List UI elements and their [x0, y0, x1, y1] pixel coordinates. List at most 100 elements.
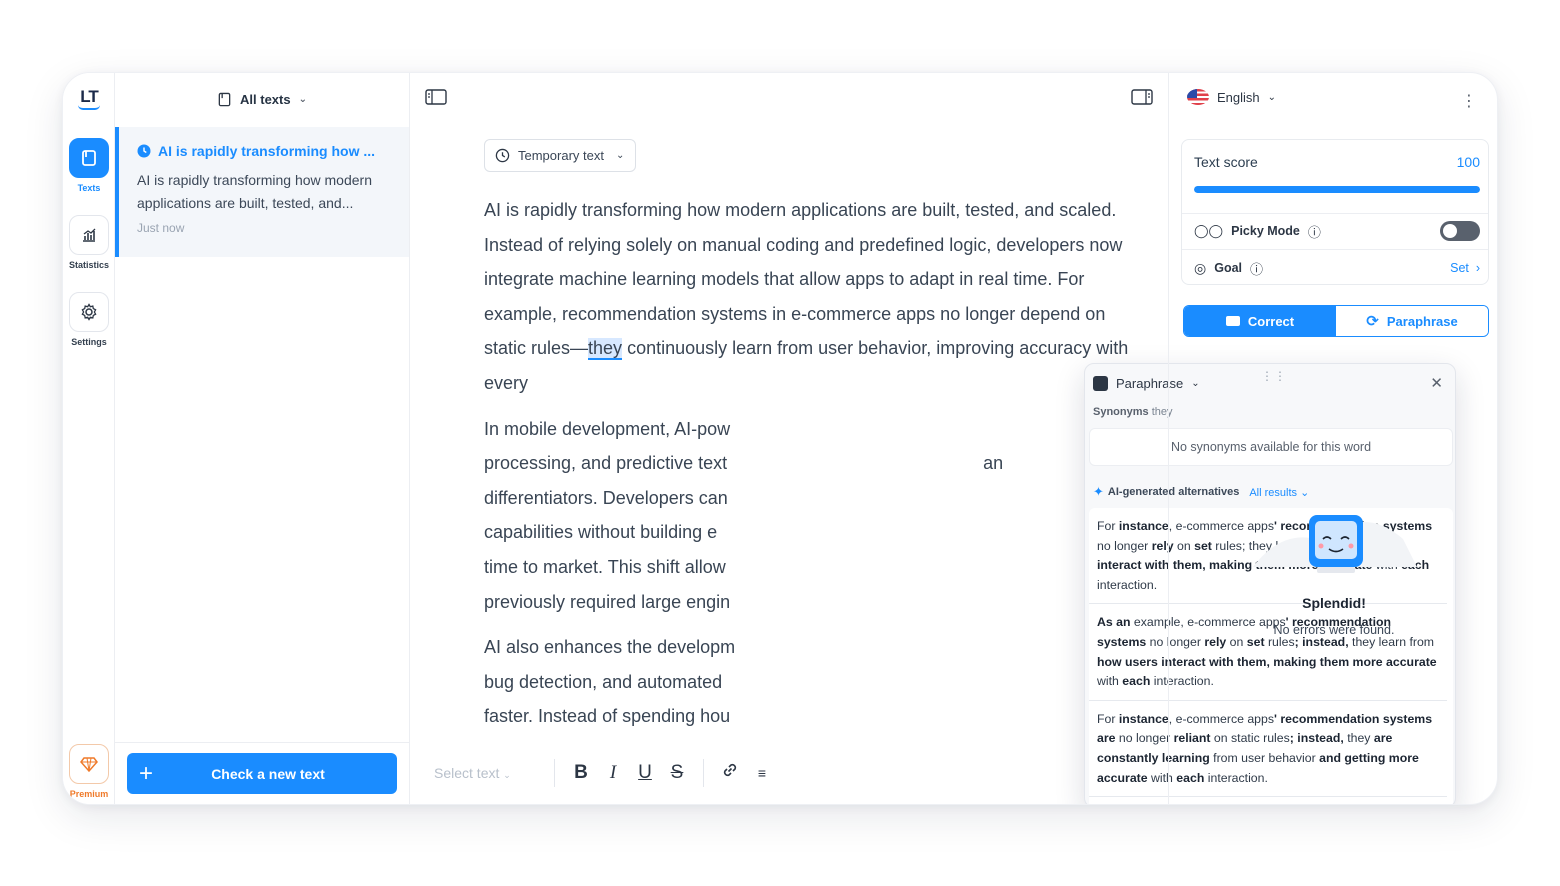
text-score-value: 100 [1456, 154, 1480, 170]
diamond-icon [69, 744, 109, 784]
plus-icon: + [139, 759, 154, 787]
app-window: LT Texts Statistics Settings Premium All… [62, 72, 1498, 805]
text-item-date: Just now [137, 221, 185, 235]
paragraph: AI is rapidly transforming how modern ap… [484, 193, 1144, 401]
list-footer: + Check a new text [115, 742, 409, 804]
sidebar-toggle-icon[interactable] [425, 89, 447, 110]
language-label: English [1217, 89, 1260, 105]
underline-icon[interactable]: U [629, 762, 661, 784]
all-texts-label: All texts [240, 91, 291, 107]
text-run: capabilities without building e [484, 522, 718, 543]
select-text-label: Select text [434, 765, 500, 781]
check-new-text-label: Check a new text [211, 765, 325, 782]
highlighted-word[interactable]: they [588, 338, 623, 361]
text-run: bug detection, and automated [484, 671, 723, 692]
text-run: time to market. This shift allow [484, 556, 726, 577]
select-text-dropdown[interactable]: Select text ⌄ [434, 765, 544, 781]
more-options-icon[interactable]: ⋮ [1461, 91, 1477, 111]
language-dropdown[interactable]: English ⌄ [1187, 89, 1276, 105]
chevron-down-icon: ⌄ [1267, 91, 1277, 103]
synonyms-label: Synonyms [1093, 406, 1149, 418]
link-icon[interactable] [714, 760, 746, 786]
clock-icon [137, 144, 151, 158]
insights-panel: English ⌄ ⋮ Text score 100 ◯◯ Picky Mode… [1168, 73, 1497, 804]
mascot-illustration [1253, 509, 1417, 577]
paragraph: AI also enhances the developm bug detect… [484, 630, 1144, 734]
chevron-down-icon: ⌄ [503, 770, 511, 780]
rail-item-label: Statistics [68, 260, 110, 270]
text-run: In mobile development, AI-pow [484, 418, 731, 439]
texts-panel: All texts ⌄ AI is rapidly transforming h… [115, 73, 410, 804]
app-logo[interactable]: LT [73, 87, 105, 113]
chart-icon [69, 215, 109, 255]
paragraph: In mobile development, AI-pow processing… [484, 412, 1144, 620]
all-texts-dropdown[interactable]: All texts ⌄ [115, 73, 409, 125]
divider [703, 759, 704, 787]
format-toolbar: Select text ⌄ B I U S ≡ [422, 752, 1156, 794]
correct-tab-label: Correct [1247, 313, 1295, 329]
check-new-text-button[interactable]: + Check a new text [127, 753, 397, 794]
document-text[interactable]: AI is rapidly transforming how modern ap… [484, 193, 1144, 745]
info-icon[interactable]: ⓘ [1308, 222, 1321, 241]
text-run: processing, and predictive text [484, 453, 728, 474]
correct-tab[interactable]: Correct [1184, 306, 1336, 336]
picky-mode-toggle[interactable] [1440, 221, 1480, 241]
italic-icon[interactable]: I [597, 762, 629, 784]
rail-item-settings[interactable]: Settings [63, 292, 115, 347]
target-icon: ◎ [1194, 259, 1207, 276]
text-item-snippet: AI is rapidly transforming how modern ap… [137, 172, 372, 211]
picky-mode-row: ◯◯ Picky Mode ⓘ [1194, 220, 1480, 242]
divider [554, 759, 555, 787]
text-run: differentiators. Developers can [484, 487, 728, 508]
chevron-down-icon: ⌄ [615, 150, 625, 161]
text-score-bar [1194, 186, 1480, 193]
gear-icon [69, 292, 109, 332]
goal-set-label: Set [1450, 261, 1469, 275]
temporary-text-label: Temporary text [518, 148, 604, 163]
sparkle-icon: ✦ [1093, 484, 1104, 499]
clock-icon [495, 148, 510, 163]
text-score-label: Text score [1194, 154, 1258, 170]
keyboard-icon [1225, 316, 1240, 326]
rail-item-label: Texts [77, 183, 101, 193]
document-icon [69, 138, 109, 178]
text-run: an [983, 453, 1004, 474]
mode-switch: Correct ⟳ Paraphrase [1183, 305, 1489, 337]
divider [1182, 213, 1488, 214]
glasses-icon: ◯◯ [1194, 223, 1224, 238]
splendid-heading: Splendid! [1302, 595, 1366, 611]
panel-toggle-icon[interactable] [1131, 89, 1153, 110]
text-score-card: Text score 100 ◯◯ Picky Mode ⓘ ◎ Goal ⓘ … [1181, 139, 1489, 285]
info-icon[interactable]: ⓘ [1250, 259, 1263, 278]
goal-set-link[interactable]: Set › [1450, 261, 1480, 275]
list-icon[interactable]: ≡ [746, 765, 778, 781]
editor-area: Temporary text ⌄ AI is rapidly transform… [410, 73, 1456, 804]
text-item-title: AI is rapidly transforming how ... [158, 143, 376, 159]
paraphrase-tab[interactable]: ⟳ Paraphrase [1336, 306, 1488, 336]
rail-item-label: Premium [69, 789, 109, 799]
text-score-fill [1194, 186, 1480, 193]
strikethrough-icon[interactable]: S [661, 762, 693, 784]
picky-mode-label: Picky Mode [1231, 224, 1300, 238]
bold-icon[interactable]: B [565, 762, 597, 784]
chevron-down-icon: ⌄ [298, 93, 307, 105]
divider [1182, 249, 1488, 250]
text-run: faster. Instead of spending hou [484, 706, 731, 727]
rail-item-statistics[interactable]: Statistics [63, 215, 115, 270]
app-badge-icon [1093, 376, 1108, 391]
temporary-text-dropdown[interactable]: Temporary text ⌄ [484, 139, 636, 172]
rail-item-premium[interactable]: Premium [63, 744, 115, 799]
rail-item-texts[interactable]: Texts [63, 138, 115, 193]
paraphrase-tab-label: Paraphrase [1386, 313, 1458, 329]
text-list-item[interactable]: AI is rapidly transforming how ... AI is… [115, 127, 409, 257]
text-run: AI is rapidly transforming how modern ap… [484, 200, 1123, 359]
text-run: AI also enhances the developm [484, 637, 736, 658]
goal-label: Goal [1214, 261, 1243, 275]
us-flag-icon [1187, 89, 1209, 105]
no-errors-message: No errors were found. [1273, 623, 1395, 637]
goal-row: ◎ Goal ⓘ Set › [1194, 257, 1480, 279]
document-icon [218, 92, 231, 106]
synonyms-heading: Synonyms they [1093, 406, 1173, 418]
refresh-icon: ⟳ [1366, 313, 1379, 330]
rail-item-label: Settings [71, 337, 107, 347]
